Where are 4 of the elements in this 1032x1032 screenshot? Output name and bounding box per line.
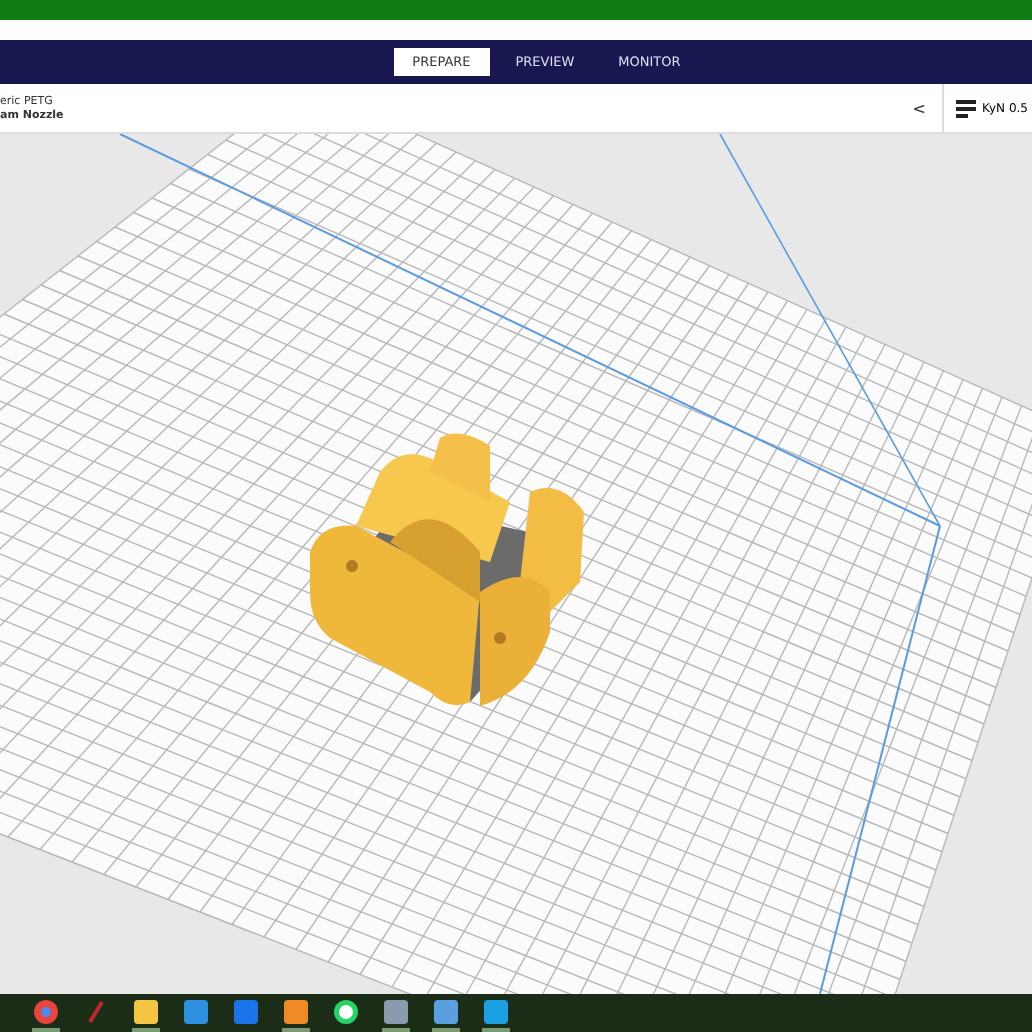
collapse-button[interactable]: <: [896, 99, 942, 117]
taskbar-app-icon[interactable]: [132, 995, 160, 1031]
printer-icon: [956, 99, 976, 117]
taskbar-app-icon[interactable]: [282, 995, 310, 1031]
